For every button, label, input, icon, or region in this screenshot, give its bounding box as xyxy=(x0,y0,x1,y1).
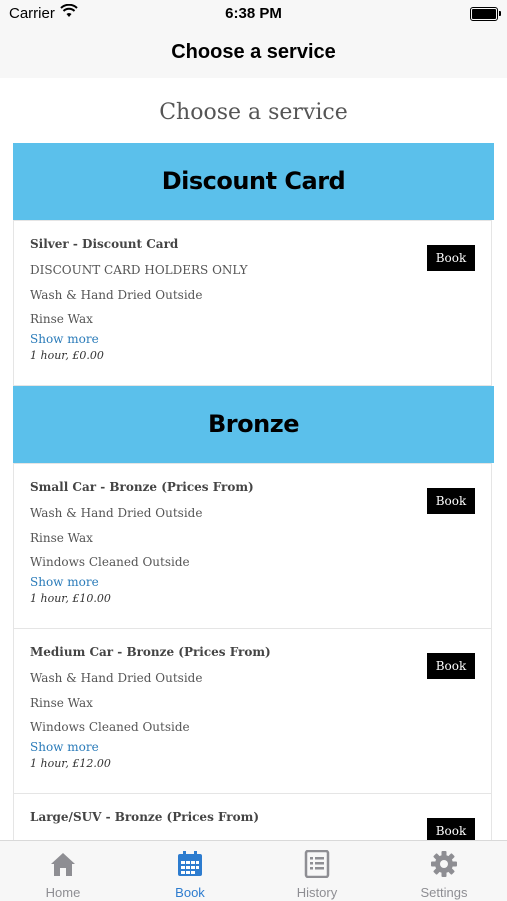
nav-title: Choose a service xyxy=(171,41,336,63)
service-title: Small Car - Bronze (Prices From) xyxy=(30,480,254,494)
service-feature: Wash & Hand Dried Outside xyxy=(30,506,203,520)
service-duration-price: 1 hour, £12.00 xyxy=(30,757,111,770)
book-button[interactable]: Book xyxy=(427,245,475,271)
show-more-link[interactable]: Show more xyxy=(30,740,99,754)
service-title: Medium Car - Bronze (Prices From) xyxy=(30,645,271,659)
tab-bar: Home Book History Settings xyxy=(0,840,507,901)
navigation-bar: Choose a service xyxy=(0,28,507,78)
tab-label: History xyxy=(296,885,338,900)
service-feature: Windows Cleaned Outside xyxy=(30,720,190,734)
service-title: Large/SUV - Bronze (Prices From) xyxy=(30,810,260,824)
service-feature: Wash & Hand Dried Outside xyxy=(30,288,203,302)
service-feature: Rinse Wax xyxy=(30,312,93,326)
home-icon xyxy=(49,850,77,878)
service-feature: DISCOUNT CARD HOLDERS ONLY xyxy=(30,263,248,277)
tab-book[interactable]: Book xyxy=(127,841,253,901)
tab-label: Book xyxy=(175,885,205,900)
show-more-link[interactable]: Show more xyxy=(30,332,99,346)
service-card: Medium Car - Bronze (Prices From) Wash &… xyxy=(13,628,492,794)
service-duration-price: 1 hour, £10.00 xyxy=(30,592,111,605)
page-title: Choose a service xyxy=(159,100,348,125)
service-card: Small Car - Bronze (Prices From) Wash & … xyxy=(13,463,492,629)
service-feature: Rinse Wax xyxy=(30,531,93,545)
book-button[interactable]: Book xyxy=(427,488,475,514)
service-feature: Rinse Wax xyxy=(30,696,93,710)
service-card: Silver - Discount Card DISCOUNT CARD HOL… xyxy=(13,220,492,386)
service-title: Silver - Discount Card xyxy=(30,237,179,251)
service-card: Large/SUV - Bronze (Prices From) Book xyxy=(13,793,492,840)
gear-icon xyxy=(430,850,458,878)
book-button[interactable]: Book xyxy=(427,818,475,840)
battery-icon xyxy=(470,7,501,21)
category-header: Discount Card xyxy=(13,143,494,220)
service-feature: Wash & Hand Dried Outside xyxy=(30,671,203,685)
calendar-icon xyxy=(176,850,204,878)
service-duration-price: 1 hour, £0.00 xyxy=(30,349,104,362)
tab-history[interactable]: History xyxy=(254,841,380,901)
status-bar: Carrier 6:38 PM xyxy=(0,0,507,28)
tab-label: Home xyxy=(45,885,81,900)
tab-settings[interactable]: Settings xyxy=(381,841,507,901)
tab-label: Settings xyxy=(420,885,468,900)
clock: 6:38 PM xyxy=(225,5,282,22)
service-feature: Windows Cleaned Outside xyxy=(30,555,190,569)
service-list[interactable]: Choose a service Discount Card Silver - … xyxy=(0,78,507,840)
document-icon xyxy=(303,849,331,879)
book-button[interactable]: Book xyxy=(427,653,475,679)
category-header: Bronze xyxy=(13,386,494,463)
tab-home[interactable]: Home xyxy=(0,841,126,901)
show-more-link[interactable]: Show more xyxy=(30,575,99,589)
